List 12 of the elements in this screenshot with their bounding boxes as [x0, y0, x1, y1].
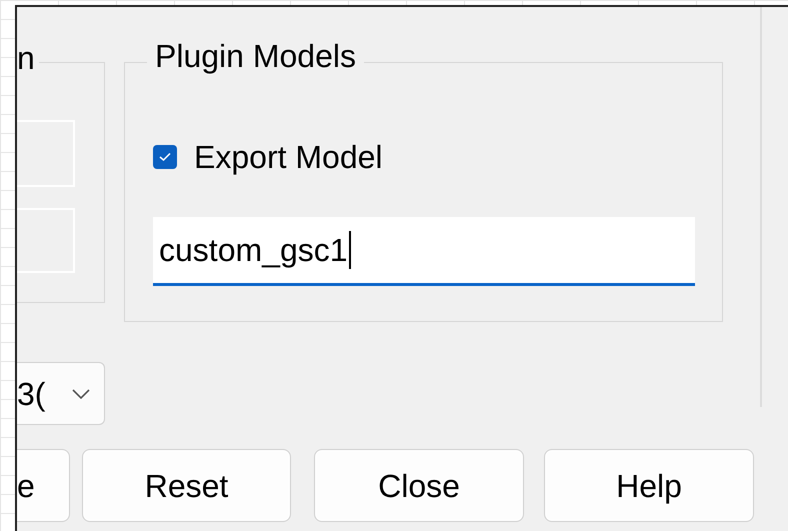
input-field[interactable] — [17, 208, 75, 273]
chevron-down-icon — [72, 388, 90, 398]
input-field[interactable]: custom_gsc1 — [153, 217, 695, 286]
input-field[interactable] — [17, 120, 75, 187]
dialog-button[interactable]: Close — [314, 449, 524, 522]
dropdown[interactable]: 3( — [17, 362, 105, 425]
dialog-button[interactable]: Reset — [82, 449, 291, 522]
dialog-button[interactable]: e — [17, 449, 70, 522]
checkbox-label[interactable]: Export Model — [194, 139, 383, 175]
checkbox[interactable] — [153, 145, 177, 169]
dialog-button[interactable]: Help — [544, 449, 754, 522]
checkmark-icon — [159, 152, 171, 162]
